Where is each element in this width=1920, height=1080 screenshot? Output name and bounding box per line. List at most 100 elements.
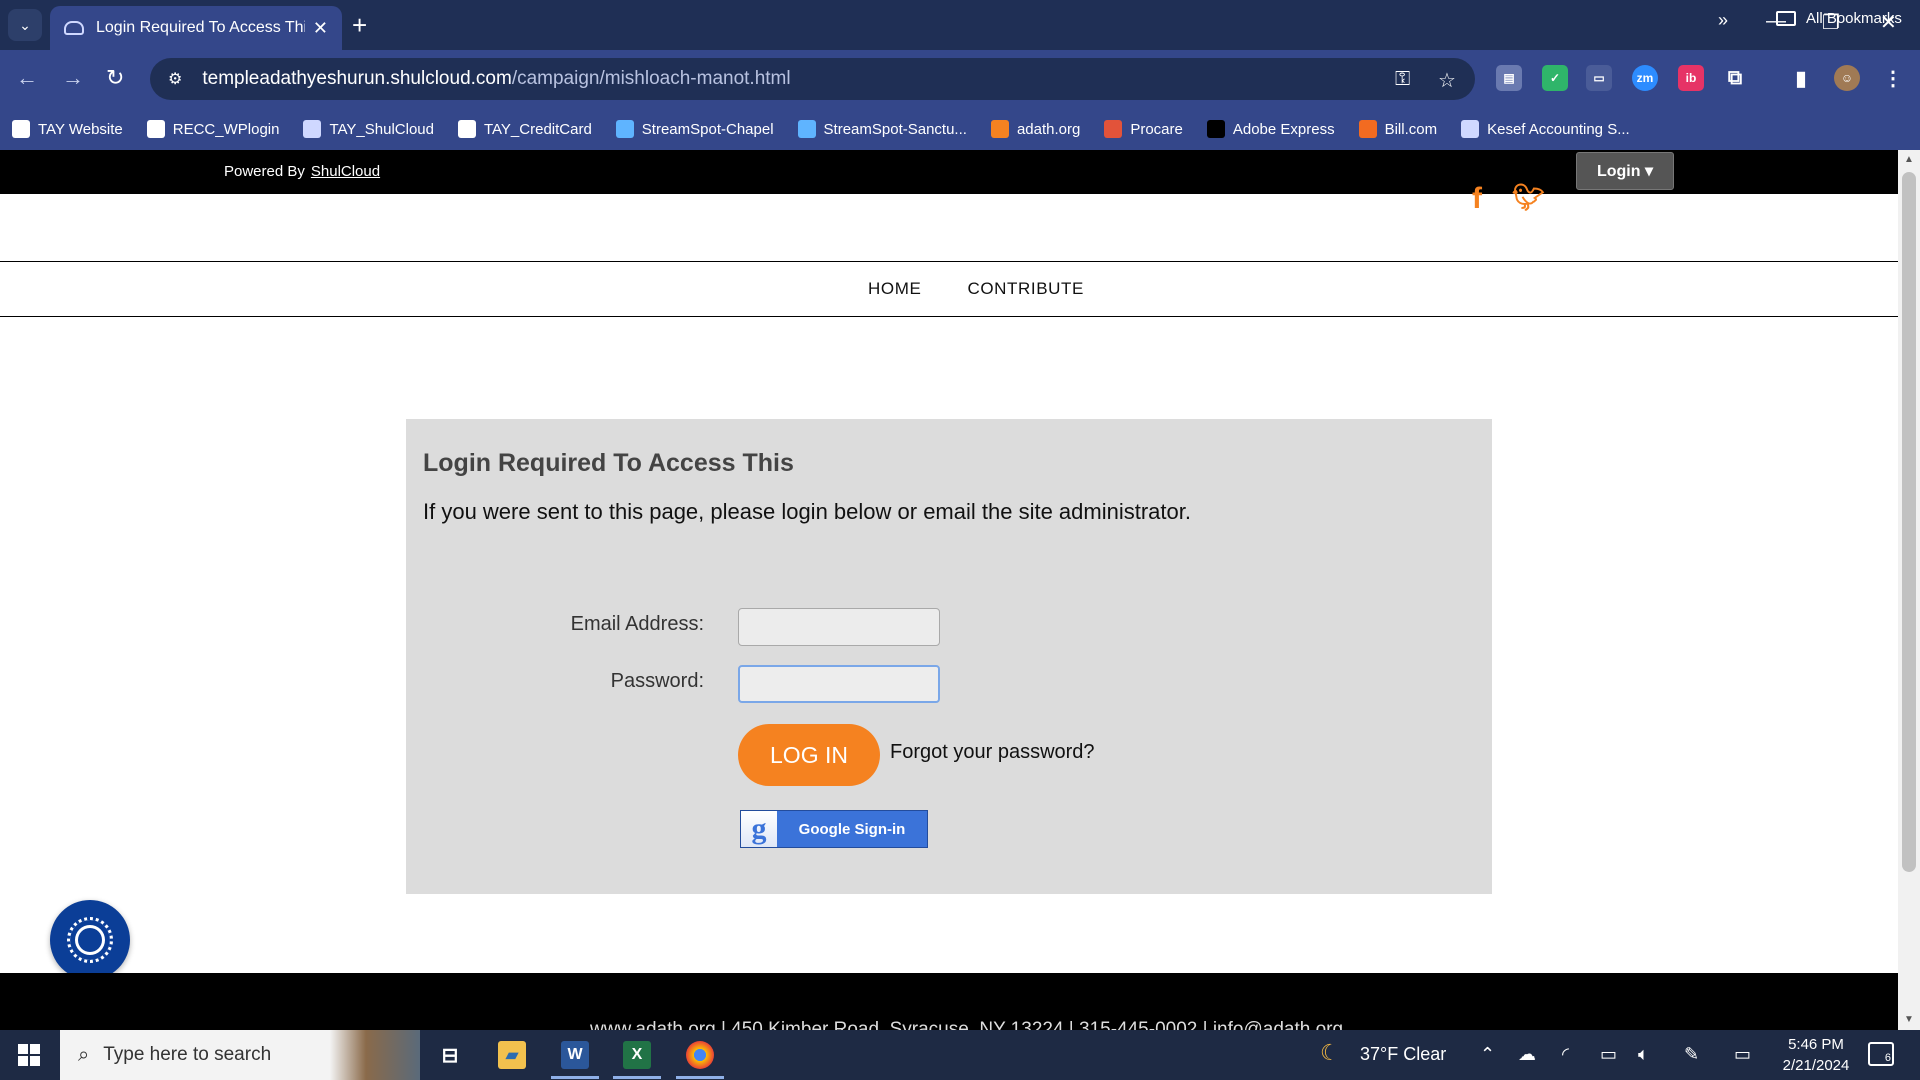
clock[interactable]: 5:46 PM 2/21/2024 xyxy=(1776,1034,1856,1076)
volume-icon[interactable]: 🔈︎ xyxy=(1638,1044,1649,1065)
login-dropdown-button[interactable]: Login ▾ xyxy=(1576,152,1674,190)
taskbar-search[interactable]: ⌕ Type here to search xyxy=(60,1030,420,1080)
weather-status[interactable]: 37°F Clear xyxy=(1360,1044,1446,1065)
scroll-down-icon[interactable]: ▼ xyxy=(1904,1014,1914,1025)
task-view-icon[interactable]: ⊟ xyxy=(436,1041,464,1069)
bookmark-favicon-icon xyxy=(1461,120,1480,138)
printer-extension-icon[interactable]: ▤ xyxy=(1496,65,1522,91)
clock-date: 2/21/2024 xyxy=(1782,1057,1850,1074)
close-tab-icon[interactable]: ✕ xyxy=(313,18,328,39)
bookmark-item[interactable]: RECC_WPlogin xyxy=(146,120,280,138)
ib-extension-icon[interactable]: ib xyxy=(1678,65,1704,91)
google-sign-in-button[interactable]: g Google Sign-in xyxy=(740,810,928,848)
puzzle-icon[interactable]: ⧉ xyxy=(1722,65,1748,91)
bookmark-item[interactable]: TAY Website xyxy=(12,120,123,138)
facebook-icon[interactable]: f xyxy=(1472,182,1482,216)
footer: www.adath.org | 450 Kimber Road, Syracus… xyxy=(0,973,1898,1030)
bookmark-favicon-icon xyxy=(457,120,476,138)
chevron-down-icon: ⌄ xyxy=(19,16,31,33)
nav-contribute[interactable]: CONTRIBUTE xyxy=(967,279,1084,299)
bookmark-favicon-icon xyxy=(1358,120,1377,138)
site-info-icon[interactable]: ⚙ xyxy=(168,69,182,89)
address-bar[interactable]: ⚙ templeadathyeshurun.shulcloud.com/camp… xyxy=(150,58,1475,100)
all-bookmarks-label: All Bookmarks xyxy=(1806,10,1902,27)
chrome-icon[interactable] xyxy=(686,1041,714,1069)
bookmark-item[interactable]: Kesef Accounting S... xyxy=(1461,120,1630,138)
windows-start-icon[interactable] xyxy=(18,1044,40,1066)
bookmark-item[interactable]: Procare xyxy=(1104,120,1183,138)
wifi-icon[interactable]: ◜ xyxy=(1562,1044,1569,1065)
calendar-extension-icon[interactable]: ✓ xyxy=(1542,65,1568,91)
password-label: Password: xyxy=(610,670,704,692)
top-strip: Powered By ShulCloud Login ▾ xyxy=(0,150,1898,194)
login-panel: Login Required To Access This If you wer… xyxy=(406,419,1492,894)
login-heading: Login Required To Access This xyxy=(423,449,794,477)
onedrive-icon[interactable]: ☁ xyxy=(1518,1044,1536,1065)
bookmark-label: StreamSpot-Chapel xyxy=(641,120,774,138)
bookmark-favicon-icon xyxy=(1104,120,1123,138)
email-label: Email Address: xyxy=(570,613,704,635)
twitter-icon[interactable]: 🐦︎ xyxy=(1512,182,1545,213)
search-icon: ⌕ xyxy=(78,1043,90,1066)
page-scrollbar[interactable]: ▲ ▼ xyxy=(1898,150,1920,1030)
url-host: templeadathyeshurun.shulcloud.com xyxy=(202,68,512,89)
bookmark-item[interactable]: StreamSpot-Sanctu... xyxy=(797,120,967,138)
battery-icon[interactable]: ▭ xyxy=(1600,1044,1617,1065)
powered-by: Powered By ShulCloud xyxy=(224,163,380,180)
all-bookmarks-button[interactable]: All Bookmarks xyxy=(1776,10,1902,27)
new-tab-button[interactable]: + xyxy=(352,10,367,40)
nav-bottom-divider xyxy=(0,316,1898,317)
reload-icon[interactable]: ↻ xyxy=(106,64,124,92)
excel-icon[interactable]: X xyxy=(623,1041,651,1069)
chevron-double-right-icon[interactable]: » xyxy=(1718,10,1728,31)
forgot-password-link[interactable]: Forgot your password? xyxy=(890,741,1095,764)
pen-icon[interactable]: ✎ xyxy=(1684,1044,1699,1065)
url-path: /campaign/mishloach-manot.html xyxy=(511,68,791,89)
google-sign-in-label: Google Sign-in xyxy=(798,820,906,838)
side-panel-icon[interactable]: ▮ xyxy=(1788,65,1814,91)
notification-count: 6 xyxy=(1884,1052,1891,1064)
keyboard-extension-icon[interactable]: ▭ xyxy=(1586,65,1612,91)
chevron-up-icon[interactable]: ⌃ xyxy=(1480,1044,1495,1065)
zoom-extension-icon[interactable]: zm xyxy=(1632,65,1658,91)
bookmark-favicon-icon xyxy=(12,120,30,138)
scroll-up-icon[interactable]: ▲ xyxy=(1904,154,1914,165)
bookmark-favicon-icon xyxy=(797,120,816,138)
word-active-indicator xyxy=(551,1076,599,1079)
bookmark-item[interactable]: Adobe Express xyxy=(1206,120,1335,138)
tab-search-button[interactable]: ⌄ xyxy=(8,9,42,41)
bookmark-favicon-icon xyxy=(146,120,165,138)
active-tab[interactable]: Login Required To Access This ✕ xyxy=(50,6,342,50)
bookmark-label: RECC_WPlogin xyxy=(172,120,280,138)
log-in-button[interactable]: LOG IN xyxy=(738,724,880,786)
file-explorer-icon[interactable]: ▰ xyxy=(498,1041,526,1069)
avatar[interactable]: ☺ xyxy=(1834,65,1860,91)
fingerprint-accessibility-button[interactable] xyxy=(50,900,130,980)
forward-arrow-icon[interactable]: → xyxy=(62,64,84,92)
bookmark-favicon-icon xyxy=(1206,120,1225,138)
menu-kebab-icon[interactable]: ⋮ xyxy=(1880,65,1906,91)
bookmark-label: Kesef Accounting S... xyxy=(1487,120,1630,138)
search-highlight-image xyxy=(330,1030,420,1080)
scrollbar-thumb[interactable] xyxy=(1902,172,1916,872)
notifications-icon[interactable]: 6 xyxy=(1868,1042,1894,1066)
shulcloud-link[interactable]: ShulCloud xyxy=(311,163,380,180)
bookmark-favicon-icon xyxy=(615,120,634,138)
bookmark-item[interactable]: adath.org xyxy=(990,120,1080,138)
password-field[interactable] xyxy=(738,665,940,703)
bookmark-label: TAY_ShulCloud xyxy=(329,120,434,138)
desktop-icon[interactable]: ▭ xyxy=(1734,1044,1751,1065)
excel-active-indicator xyxy=(613,1076,661,1079)
word-icon[interactable]: W xyxy=(561,1041,589,1069)
zoom-extension-label: zm xyxy=(1636,71,1654,85)
bookmark-item[interactable]: TAY_ShulCloud xyxy=(303,120,434,138)
bookmark-item[interactable]: StreamSpot-Chapel xyxy=(615,120,774,138)
bookmark-item[interactable]: Bill.com xyxy=(1358,120,1437,138)
key-icon[interactable]: ⚿ xyxy=(1395,68,1410,91)
email-field[interactable] xyxy=(738,608,940,646)
bookmark-item[interactable]: TAY_CreditCard xyxy=(457,120,592,138)
back-arrow-icon[interactable]: ← xyxy=(16,64,38,92)
moon-weather-icon: ☾ xyxy=(1320,1040,1340,1065)
nav-home[interactable]: HOME xyxy=(868,279,921,299)
star-icon[interactable]: ☆ xyxy=(1438,68,1456,93)
